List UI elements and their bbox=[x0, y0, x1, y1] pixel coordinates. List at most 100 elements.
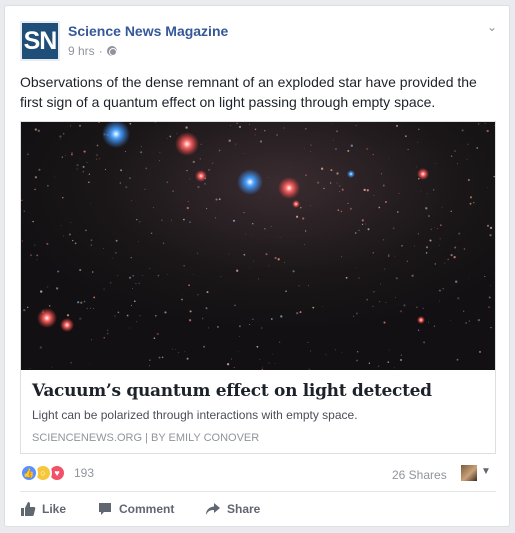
divider bbox=[20, 491, 496, 492]
star-dot bbox=[236, 269, 239, 272]
star-dot bbox=[465, 322, 468, 324]
share-arrow-icon bbox=[206, 503, 220, 515]
star-dot bbox=[417, 141, 419, 143]
comment-button[interactable]: Comment bbox=[97, 501, 174, 517]
star-dot bbox=[170, 219, 172, 221]
star-dot bbox=[262, 366, 263, 368]
star-dot bbox=[86, 307, 88, 310]
reactions-summary[interactable]: 👍 ○ ♥ 193 bbox=[20, 464, 94, 482]
star-dot bbox=[131, 199, 133, 201]
star-dot bbox=[267, 177, 269, 178]
star-dot bbox=[341, 256, 343, 258]
star-dot bbox=[441, 206, 443, 208]
star-dot bbox=[383, 321, 386, 324]
link-preview-image[interactable] bbox=[21, 122, 495, 370]
star-dot bbox=[86, 162, 88, 163]
star-dot bbox=[356, 359, 358, 362]
star-dot bbox=[427, 214, 431, 218]
reaction-count[interactable]: 193 bbox=[74, 466, 94, 480]
star-dot bbox=[372, 305, 374, 307]
star-dot bbox=[415, 306, 418, 309]
star-dot bbox=[166, 138, 168, 139]
star-dot bbox=[60, 225, 62, 227]
star-dot bbox=[124, 150, 126, 152]
share-button[interactable]: Share bbox=[205, 501, 260, 517]
star-dot bbox=[36, 254, 39, 257]
star-dot bbox=[378, 300, 381, 303]
viewer-avatar[interactable] bbox=[461, 465, 477, 481]
star-dot bbox=[184, 351, 186, 353]
star-dot bbox=[440, 224, 442, 226]
star-dot bbox=[261, 368, 263, 370]
star-dot bbox=[29, 368, 31, 369]
star-dot bbox=[90, 244, 92, 246]
star-dot bbox=[218, 149, 221, 152]
star-dot bbox=[304, 147, 305, 149]
star-dot bbox=[204, 183, 206, 185]
star-dot bbox=[59, 135, 62, 138]
star-dot bbox=[237, 351, 239, 353]
star-dot bbox=[158, 356, 161, 359]
post-text: Observations of the dense remnant of an … bbox=[20, 74, 477, 110]
link-source: SCIENCENEWS.ORG | BY EMILY CONOVER bbox=[32, 432, 260, 444]
star-dot bbox=[372, 154, 374, 156]
star-dot bbox=[167, 274, 169, 275]
page-avatar[interactable]: SN bbox=[20, 21, 60, 61]
star-dot bbox=[142, 275, 144, 277]
star-dot bbox=[65, 154, 66, 156]
star-dot bbox=[478, 350, 482, 353]
star-dot bbox=[444, 262, 446, 264]
star-dot bbox=[353, 315, 355, 317]
star-dot bbox=[136, 218, 138, 221]
link-preview-card[interactable]: Vacuum’s quantum effect on light detecte… bbox=[20, 121, 496, 454]
caret-down-icon[interactable]: ▼ bbox=[481, 466, 491, 477]
star-dot bbox=[119, 182, 121, 184]
star-dot bbox=[487, 305, 491, 309]
star-dot bbox=[93, 296, 96, 299]
star-dot bbox=[103, 247, 105, 250]
star-dot bbox=[82, 165, 85, 168]
star-dot bbox=[305, 174, 307, 176]
star-dot bbox=[34, 188, 36, 191]
star-dot bbox=[107, 329, 109, 331]
star-dot bbox=[245, 233, 247, 235]
star-dot bbox=[420, 190, 422, 192]
star-dot bbox=[157, 274, 160, 277]
star-dot bbox=[96, 158, 98, 160]
page-name-link[interactable]: Science News Magazine bbox=[68, 23, 228, 39]
star-dot bbox=[207, 327, 209, 329]
link-title[interactable]: Vacuum’s quantum effect on light detecte… bbox=[32, 381, 432, 401]
star-dot bbox=[438, 289, 441, 292]
star-dot bbox=[214, 217, 216, 219]
star-dot bbox=[283, 127, 285, 129]
star-dot bbox=[205, 307, 208, 310]
chevron-down-icon[interactable]: ⌄ bbox=[487, 20, 497, 34]
like-button[interactable]: Like bbox=[20, 501, 66, 517]
star-dot bbox=[248, 324, 250, 325]
star-dot bbox=[238, 125, 242, 128]
post-timestamp[interactable]: 9 hrs bbox=[68, 44, 95, 58]
link-description: Light can be polarized through interacti… bbox=[32, 408, 358, 422]
star-dot bbox=[196, 252, 198, 254]
star-dot bbox=[337, 209, 340, 211]
star-dot bbox=[139, 220, 141, 223]
thumbs-up-icon bbox=[21, 502, 36, 516]
star-dot bbox=[189, 178, 191, 180]
star-dot bbox=[120, 169, 123, 172]
star-dot bbox=[380, 283, 382, 285]
star-dot bbox=[385, 301, 387, 304]
star-dot bbox=[279, 341, 281, 343]
star-dot bbox=[103, 288, 105, 290]
star-dot bbox=[110, 282, 112, 284]
star-dot bbox=[149, 268, 150, 269]
star-dot bbox=[399, 310, 403, 313]
star-dot bbox=[254, 134, 256, 136]
star-dot bbox=[388, 349, 390, 351]
star-dot bbox=[473, 201, 475, 204]
star-dot bbox=[430, 228, 432, 230]
star-dot bbox=[129, 122, 132, 125]
star-dot bbox=[339, 185, 341, 187]
shares-count[interactable]: 26 Shares bbox=[392, 468, 447, 482]
star-dot bbox=[149, 365, 150, 367]
star-dot bbox=[62, 197, 64, 199]
